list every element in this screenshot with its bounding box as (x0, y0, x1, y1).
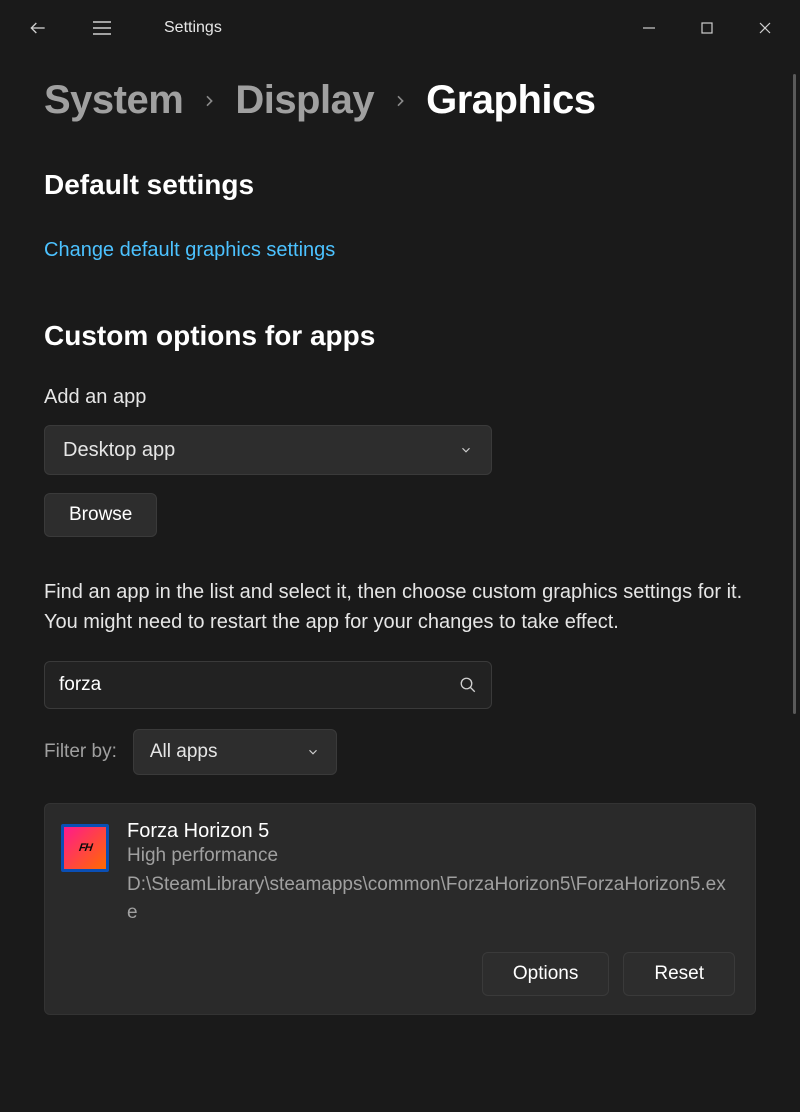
default-settings-title: Default settings (44, 169, 756, 201)
app-info: Forza Horizon 5 High performance D:\Stea… (127, 820, 735, 926)
window-title: Settings (164, 19, 222, 37)
hamburger-button[interactable] (84, 10, 120, 46)
hamburger-icon (92, 20, 112, 36)
back-arrow-icon (28, 18, 48, 38)
breadcrumb-display[interactable]: Display (235, 78, 374, 123)
options-button[interactable]: Options (482, 952, 609, 996)
app-actions: Options Reset (61, 952, 735, 996)
maximize-button[interactable] (684, 10, 730, 46)
custom-options-title: Custom options for apps (44, 320, 756, 352)
minimize-button[interactable] (626, 10, 672, 46)
app-path: D:\SteamLibrary\steamapps\common\ForzaHo… (127, 871, 735, 926)
breadcrumb-system[interactable]: System (44, 78, 183, 123)
chevron-right-icon (392, 93, 408, 109)
chevron-right-icon (201, 93, 217, 109)
reset-button[interactable]: Reset (623, 952, 735, 996)
breadcrumb: System Display Graphics (44, 78, 756, 123)
back-button[interactable] (20, 10, 56, 46)
search-input[interactable] (59, 674, 459, 696)
filter-selected: All apps (150, 741, 218, 763)
scrollbar[interactable] (793, 74, 796, 714)
search-icon (459, 676, 477, 694)
app-name: Forza Horizon 5 (127, 820, 735, 843)
breadcrumb-graphics: Graphics (426, 78, 595, 123)
titlebar: Settings (0, 0, 800, 56)
app-type-selected: Desktop app (63, 439, 175, 462)
change-default-link[interactable]: Change default graphics settings (44, 239, 756, 262)
app-card-top: FH Forza Horizon 5 High performance D:\S… (61, 820, 735, 926)
app-performance: High performance (127, 845, 735, 867)
close-icon (758, 21, 772, 35)
filter-label: Filter by: (44, 741, 117, 763)
filter-row: Filter by: All apps (44, 729, 756, 775)
chevron-down-icon (459, 443, 473, 457)
chevron-down-icon (306, 745, 320, 759)
search-box[interactable] (44, 661, 492, 709)
app-card[interactable]: FH Forza Horizon 5 High performance D:\S… (44, 803, 756, 1015)
content-area: System Display Graphics Default settings… (0, 56, 800, 1015)
app-type-dropdown[interactable]: Desktop app (44, 425, 492, 475)
maximize-icon (700, 21, 714, 35)
app-icon-text: FH (78, 842, 92, 854)
add-app-label: Add an app (44, 386, 756, 409)
close-button[interactable] (742, 10, 788, 46)
window-controls (626, 10, 788, 46)
filter-dropdown[interactable]: All apps (133, 729, 337, 775)
minimize-icon (642, 21, 656, 35)
browse-button[interactable]: Browse (44, 493, 157, 537)
app-icon: FH (61, 824, 109, 872)
description-text: Find an app in the list and select it, t… (44, 577, 744, 637)
titlebar-left: Settings (20, 10, 222, 46)
